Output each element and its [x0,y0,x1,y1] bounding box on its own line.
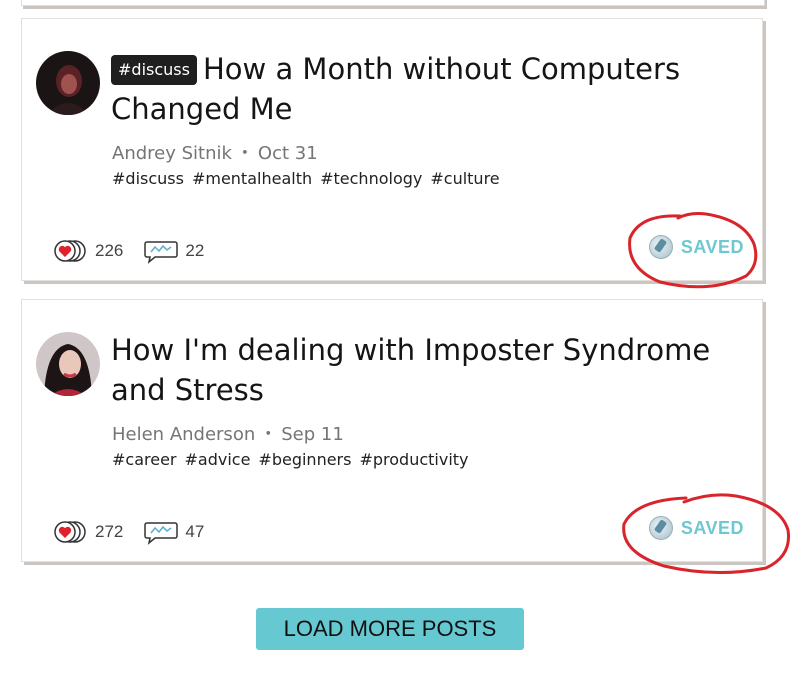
engagement-bar: 272 47 [53,519,224,545]
meta-separator: ・ [235,143,254,164]
post-tags: #career #advice #beginners #productivity [112,450,477,469]
tag-link[interactable]: #career [112,450,177,469]
author-avatar[interactable] [36,51,100,115]
comment-icon[interactable] [143,519,179,545]
post-title-text[interactable]: How I'm dealing with Imposter Syndrome a… [111,333,710,407]
saved-button[interactable]: SAVED [648,235,744,259]
heart-icon[interactable] [53,238,89,264]
post-card-1[interactable]: #discuss How a Month without Computers Ch… [21,18,763,281]
tag-link[interactable]: #advice [185,450,251,469]
bookmark-icon [648,235,673,259]
load-more-posts-button[interactable]: LOAD MORE POSTS [256,608,524,650]
author-name[interactable]: Helen Anderson [112,424,255,445]
reactions-count[interactable]: 226 [95,241,123,261]
previous-post-card [21,0,765,6]
meta-separator: ・ [259,424,278,445]
discuss-badge[interactable]: #discuss [111,55,197,85]
post-date: Oct 31 [257,143,318,164]
tag-link[interactable]: #mentalhealth [192,169,312,188]
saved-label: SAVED [680,517,744,538]
post-title[interactable]: #discuss How a Month without Computers Ch… [111,49,751,129]
heart-icon[interactable] [53,519,89,545]
post-tags: #discuss #mentalhealth #technology #culture [112,169,508,188]
tag-link[interactable]: #culture [430,169,499,188]
tag-link[interactable]: #productivity [359,450,468,469]
post-card-2[interactable]: How I'm dealing with Imposter Syndrome a… [21,299,763,562]
comments-count[interactable]: 22 [185,241,204,261]
engagement-bar: 226 22 [53,238,224,264]
author-name[interactable]: Andrey Sitnik [112,143,232,164]
tag-link[interactable]: #discuss [112,169,184,188]
post-meta: Helen Anderson ・ Sep 11 [112,420,344,446]
bookmark-icon [648,516,673,540]
saved-button[interactable]: SAVED [648,516,744,540]
author-avatar[interactable] [36,332,100,396]
post-title[interactable]: How I'm dealing with Imposter Syndrome a… [111,330,751,410]
post-date: Sep 11 [281,424,344,445]
tag-link[interactable]: #technology [320,169,422,188]
tag-link[interactable]: #beginners [258,450,351,469]
comments-count[interactable]: 47 [185,522,204,542]
post-meta: Andrey Sitnik ・ Oct 31 [112,139,318,165]
comment-icon[interactable] [143,238,179,264]
saved-label: SAVED [680,236,744,257]
reactions-count[interactable]: 272 [95,522,123,542]
